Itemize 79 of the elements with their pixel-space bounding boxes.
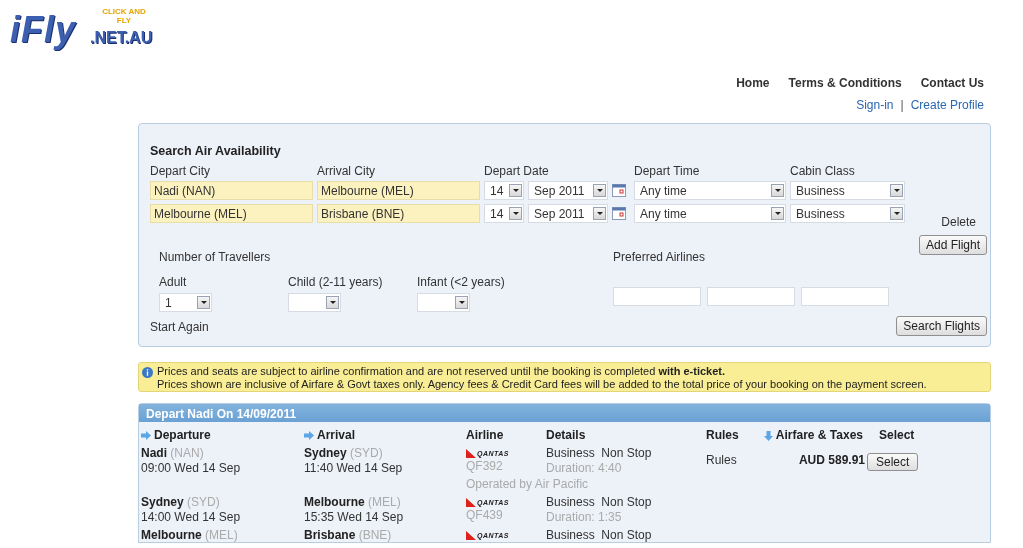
column-header[interactable]: Details — [546, 428, 586, 443]
select-button[interactable]: Select — [867, 453, 919, 471]
column-header[interactable]: Rules — [706, 428, 739, 443]
rules-link[interactable]: Rules — [706, 453, 760, 468]
flight-number: QF392 — [466, 459, 504, 474]
traveller-label: Child (2-11 years) — [288, 275, 384, 289]
departure-time: 09:00 Wed 14 Sep — [141, 461, 242, 476]
time-select[interactable]: Any time — [634, 204, 786, 223]
fare-price: AUD 589.91 — [798, 453, 866, 468]
flight-class: Business Non Stop — [546, 495, 653, 510]
departure-city: Nadi (NAN) — [141, 446, 205, 461]
departure-time: 14:00 Wed 14 Sep — [141, 510, 242, 525]
day-select[interactable]: 14 — [484, 204, 524, 223]
arrival-city-field[interactable]: Melbourne (MEL) — [317, 181, 480, 200]
preferred-airlines-label: Preferred Airlines — [613, 250, 707, 264]
traveller-select[interactable] — [288, 293, 341, 312]
results-header: Depart Nadi On 14/09/2011 — [139, 404, 990, 422]
logo-domain: .NET.AU — [90, 29, 153, 47]
column-header[interactable]: Airfare & Taxes — [775, 428, 863, 443]
traveller-select[interactable] — [417, 293, 470, 312]
traveller-label: Infant (<2 years) — [417, 275, 506, 289]
notice-text: Prices and seats are subject to airline confirmation and are not reserved until the booking is completed with e-ticket. — [157, 365, 726, 378]
nav-link[interactable]: Contact Us — [920, 76, 984, 96]
notice-text: Prices shown are inclusive of Airfare & Govt taxes only. Agency fees & Credit Card fees will be added to the total price of your booking on the payment screen. — [157, 378, 927, 391]
info-icon — [142, 367, 153, 378]
month-select[interactable]: Sep 2011 — [528, 204, 608, 223]
arrival-time: 11:40 Wed 14 Sep — [304, 461, 404, 476]
column-header[interactable]: Departure — [154, 428, 211, 443]
column-header[interactable]: Arrival — [317, 428, 356, 443]
field-label: Depart Date — [484, 164, 550, 178]
airline-input[interactable] — [801, 287, 889, 306]
arrow-down-icon — [763, 430, 773, 441]
depart-city-field[interactable]: Melbourne (MEL) — [150, 204, 313, 223]
link-separator: | — [900, 98, 904, 114]
departure-city: Sydney (SYD) — [141, 495, 221, 510]
airline-input[interactable] — [707, 287, 795, 306]
airline-input[interactable] — [613, 287, 701, 306]
operated-by-text: Operated by Air Pacific — [466, 477, 589, 491]
flight-class: Business Non Stop — [546, 528, 653, 543]
search-title: Search Air Availability — [150, 144, 282, 158]
account-link[interactable]: Create Profile — [910, 98, 984, 118]
calendar-icon[interactable] — [612, 184, 626, 197]
month-select[interactable]: Sep 2011 — [528, 181, 608, 200]
flight-number: QF439 — [466, 508, 504, 523]
travellers-label: Number of Travellers — [158, 250, 272, 264]
account-link[interactable]: Sign-in — [856, 98, 894, 118]
arrow-right-icon — [304, 431, 314, 440]
arrival-city: Brisbane (BNE) — [304, 528, 393, 543]
flight-duration: Duration: 4:40 — [546, 461, 623, 476]
start-again-link[interactable]: Start Again — [150, 320, 613, 334]
day-select[interactable]: 14 — [484, 181, 524, 200]
search-flights-button[interactable]: Search Flights — [896, 316, 987, 336]
field-label: Arrival City — [317, 164, 376, 178]
arrival-city: Sydney (SYD) — [304, 446, 384, 461]
logo-wordmark[interactable]: iFly — [10, 11, 76, 49]
add-flight-button[interactable]: Add Flight — [918, 235, 987, 255]
flight-class: Business Non Stop — [546, 446, 653, 461]
delete-link[interactable]: Delete — [941, 215, 976, 229]
arrival-time: 15:35 Wed 14 Sep — [304, 510, 405, 525]
traveller-label: Adult — [159, 275, 188, 289]
traveller-select[interactable]: 1 — [159, 293, 212, 312]
arrow-right-icon — [141, 431, 151, 440]
arrival-city-field[interactable]: Brisbane (BNE) — [317, 204, 480, 223]
field-label: Depart City — [150, 164, 212, 178]
column-header[interactable]: Airline — [466, 428, 504, 443]
field-label: Cabin Class — [790, 164, 856, 178]
nav-link[interactable]: Terms & Conditions — [788, 76, 902, 96]
time-select[interactable]: Any time — [634, 181, 786, 200]
depart-city-field[interactable]: Nadi (NAN) — [150, 181, 313, 200]
cabin-select[interactable]: Business — [790, 181, 905, 200]
nav-link[interactable]: Home — [736, 76, 770, 96]
arrival-city: Melbourne (MEL) — [304, 495, 402, 510]
calendar-icon[interactable] — [612, 207, 626, 220]
flight-duration: Duration: 1:35 — [546, 510, 623, 525]
field-label: Depart Time — [634, 164, 701, 178]
cabin-select[interactable]: Business — [790, 204, 905, 223]
column-header[interactable]: Select — [879, 428, 915, 443]
logo-slogan: CLICK AND FLY — [101, 7, 147, 25]
departure-city: Melbourne (MEL) — [141, 528, 239, 543]
